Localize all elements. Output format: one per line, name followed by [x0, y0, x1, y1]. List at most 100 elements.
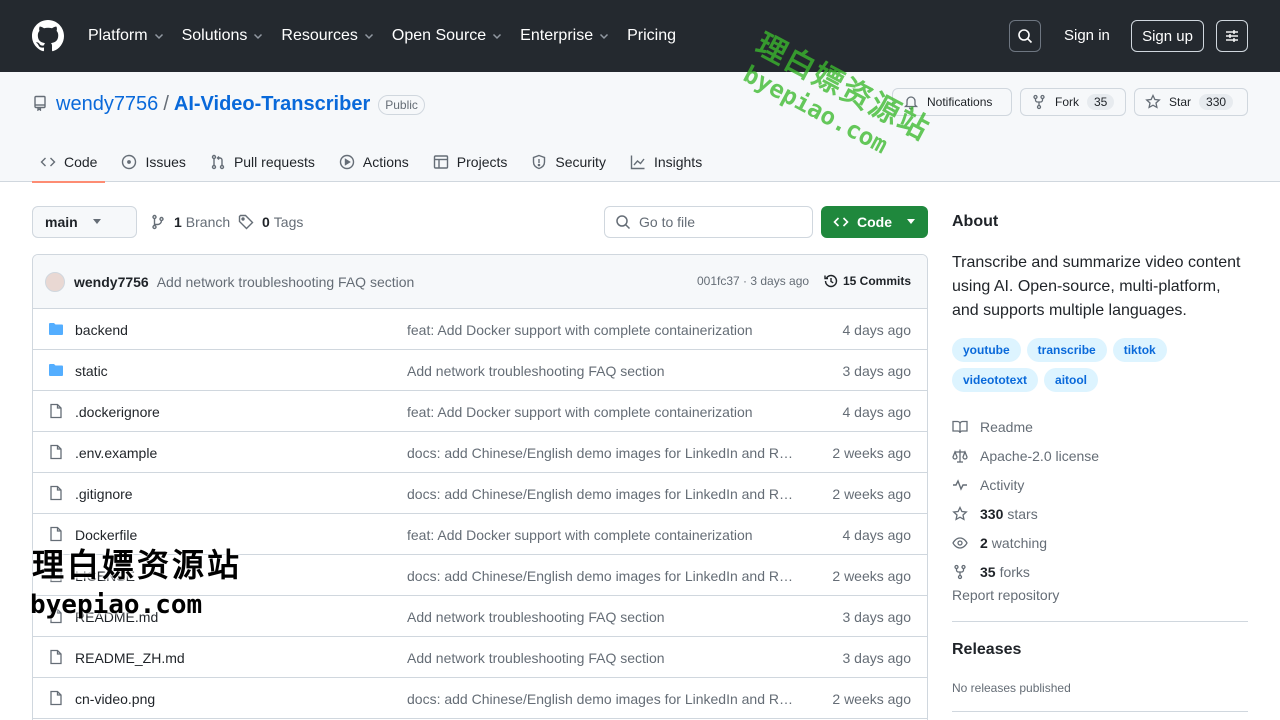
- tab-projects[interactable]: Projects: [425, 142, 516, 182]
- tags-label: Tags: [273, 214, 304, 230]
- pull-request-icon: [211, 154, 225, 170]
- file-commit-message-link[interactable]: docs: add Chinese/English demo images fo…: [407, 691, 797, 707]
- tab-security[interactable]: Security: [523, 142, 614, 182]
- file-commit-message-link[interactable]: docs: add Chinese/English demo images fo…: [407, 568, 797, 584]
- table-row[interactable]: .dockerignore feat: Add Docker support wi…: [33, 391, 927, 432]
- star-icon: [952, 505, 968, 521]
- file-commit-message-link[interactable]: docs: add Chinese/English demo images fo…: [407, 486, 797, 502]
- file-name-link[interactable]: .env.example: [75, 445, 157, 461]
- tab-actions[interactable]: Actions: [331, 142, 417, 182]
- pulse-icon: [953, 478, 967, 491]
- table-row[interactable]: .env.example docs: add Chinese/English de…: [33, 432, 927, 473]
- topic-tag-tiktok[interactable]: tiktok: [1112, 338, 1167, 362]
- file-name-link[interactable]: .dockerignore: [75, 404, 160, 420]
- tab-insights[interactable]: Insights: [622, 142, 710, 182]
- code-button-label: Code: [857, 214, 892, 230]
- repo-icon: [32, 95, 48, 111]
- github-logo-icon[interactable]: [32, 20, 64, 52]
- notifications-button[interactable]: Notifications: [892, 88, 1012, 116]
- file-commit-message-link[interactable]: feat: Add Docker support with complete c…: [407, 527, 797, 543]
- table-row[interactable]: static Add network troubleshooting FAQ se…: [33, 350, 927, 391]
- visibility-badge: Public: [378, 94, 425, 115]
- watchers-link[interactable]: 2 watching: [952, 528, 1099, 557]
- caret-down-icon: [907, 219, 915, 224]
- repo-header: wendy7756 / AI-Video-Transcriber Public …: [0, 72, 1280, 183]
- tab-label: Projects: [456, 154, 508, 170]
- releases-heading[interactable]: Releases: [952, 641, 1021, 659]
- tab-label: Pull requests: [233, 154, 315, 170]
- file-name-link[interactable]: .gitignore: [75, 486, 133, 502]
- nav-item-open-source[interactable]: Open Source: [392, 27, 502, 45]
- watching-label: watching: [991, 534, 1048, 551]
- file-commit-message-link[interactable]: Add network troubleshooting FAQ section: [407, 363, 797, 379]
- nav-item-solutions[interactable]: Solutions: [182, 27, 264, 45]
- repo-name-link[interactable]: AI-Video-Transcriber: [174, 93, 370, 116]
- forks-link[interactable]: 35 forks: [952, 557, 1099, 586]
- search-button[interactable]: [1009, 20, 1041, 52]
- watermark-text: 理白嫖资源站: [32, 546, 243, 584]
- tags-link[interactable]: 0 Tags: [238, 214, 303, 230]
- readme-label: Readme: [980, 418, 1033, 435]
- topic-tag-youtube[interactable]: youtube: [952, 338, 1021, 362]
- file-name-link[interactable]: backend: [75, 322, 128, 338]
- tab-issues[interactable]: Issues: [113, 142, 193, 182]
- command-menu-button[interactable]: [1216, 20, 1248, 52]
- commit-message-link[interactable]: Add network troubleshooting FAQ section: [157, 274, 415, 290]
- file-name-link[interactable]: cn-video.png: [75, 691, 155, 707]
- fork-button[interactable]: Fork 35: [1020, 88, 1126, 116]
- nav-item-label: Open Source: [391, 27, 487, 44]
- table-row[interactable]: cn-video.png docs: add Chinese/English de…: [33, 678, 927, 719]
- file-commit-message-link[interactable]: Add network troubleshooting FAQ section: [407, 609, 797, 625]
- file-commit-message-link[interactable]: feat: Add Docker support with complete c…: [407, 404, 797, 420]
- go-to-file-input[interactable]: Go to file: [604, 206, 813, 238]
- commits-link[interactable]: 15 Commits: [823, 273, 911, 289]
- avatar[interactable]: [45, 271, 65, 292]
- file-commit-message-link[interactable]: docs: add Chinese/English demo images fo…: [407, 445, 797, 461]
- nav-item-pricing[interactable]: Pricing: [627, 27, 676, 45]
- tab-pull-requests[interactable]: Pull requests: [202, 142, 323, 182]
- stars-link[interactable]: 330 stars: [952, 499, 1099, 528]
- about-heading: About: [952, 213, 999, 230]
- nav-item-resources[interactable]: Resources: [281, 27, 373, 45]
- commit-hash-time[interactable]: 001fc37 · 3 days ago: [697, 274, 809, 288]
- sign-in-link[interactable]: Sign in: [1064, 27, 1110, 44]
- table-row[interactable]: README_ZH.md Add network troubleshooting …: [33, 637, 927, 678]
- table-row[interactable]: .gitignore docs: add Chinese/English demo…: [33, 473, 927, 514]
- file-icon: [50, 403, 62, 419]
- star-button[interactable]: Star 330: [1134, 88, 1248, 116]
- report-repository-link[interactable]: Report repository: [952, 587, 1059, 603]
- latest-commit-bar: wendy7756 Add network troubleshooting FA…: [33, 255, 927, 309]
- repo-owner-link[interactable]: wendy7756: [56, 93, 158, 116]
- file-name-link[interactable]: README_ZH.md: [75, 650, 185, 666]
- file-commit-message-link[interactable]: feat: Add Docker support with complete c…: [407, 322, 797, 338]
- file-list: backend feat: Add Docker support with com…: [33, 309, 927, 719]
- tab-code[interactable]: Code: [32, 142, 106, 183]
- sidebar-divider: [952, 621, 1248, 622]
- file-commit-date: 3 days ago: [842, 609, 912, 625]
- file-name-link[interactable]: static: [75, 363, 108, 379]
- branches-link[interactable]: 1 Branch: [150, 214, 230, 230]
- file-commit-date: 4 days ago: [842, 527, 912, 543]
- file-icon: [50, 485, 62, 501]
- search-icon: [616, 215, 631, 230]
- code-button[interactable]: Code: [821, 206, 928, 238]
- top-nav: Platform Solutions Resources Open Source Ent…: [88, 0, 694, 72]
- table-row[interactable]: backend feat: Add Docker support with com…: [33, 309, 927, 350]
- file-commit-date: 4 days ago: [842, 404, 912, 420]
- commits-label: 15 Commits: [843, 274, 912, 288]
- license-label: Apache-2.0 license: [980, 447, 1100, 464]
- topic-tag-transcribe[interactable]: transcribe: [1026, 338, 1107, 362]
- nav-item-platform[interactable]: Platform: [88, 27, 164, 45]
- file-commit-message-link[interactable]: Add network troubleshooting FAQ section: [407, 650, 797, 666]
- license-link[interactable]: Apache-2.0 license: [952, 441, 1099, 470]
- topic-tag-aitool[interactable]: aitool: [1044, 368, 1099, 392]
- sign-up-button[interactable]: Sign up: [1131, 20, 1204, 52]
- commit-author-link[interactable]: wendy7756: [74, 274, 149, 290]
- readme-link[interactable]: Readme: [952, 412, 1099, 441]
- nav-item-label: Resources: [281, 27, 358, 44]
- topic-tag-videototext[interactable]: videototext: [952, 368, 1039, 392]
- activity-link[interactable]: Activity: [952, 470, 1099, 499]
- branch-selector[interactable]: main: [32, 206, 137, 238]
- nav-item-enterprise[interactable]: Enterprise: [520, 27, 609, 45]
- folder-icon: [49, 364, 63, 376]
